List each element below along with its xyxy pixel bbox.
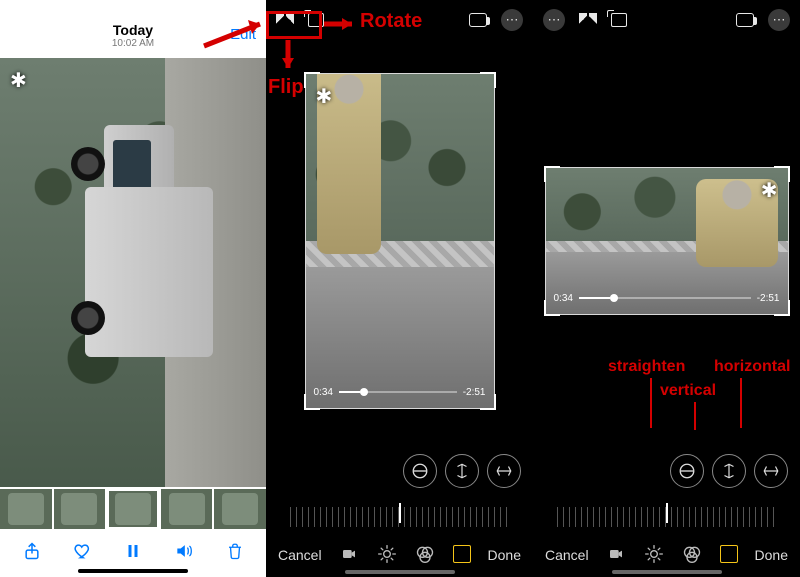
editor-top-bar: ⋯ ⋯ xyxy=(533,0,800,40)
crop-frame[interactable]: ✱ 0:34 -2:51 xyxy=(305,73,495,409)
crop-canvas[interactable]: ✱ 0:34 -2:51 xyxy=(533,40,800,441)
crop-mode-icon[interactable] xyxy=(453,545,471,566)
cancel-button[interactable]: Cancel xyxy=(545,547,589,563)
aspect-ratio-icon[interactable] xyxy=(469,13,487,27)
thumbnail[interactable] xyxy=(54,489,106,529)
home-indicator[interactable] xyxy=(612,570,722,574)
perspective-tools xyxy=(266,441,533,501)
rotate-icon[interactable] xyxy=(308,13,324,27)
done-button[interactable]: Done xyxy=(755,547,788,563)
edit-button[interactable]: Edit xyxy=(230,26,256,43)
editor-screen-landscape: ⋯ ⋯ ✱ 0:34 -2:51 xyxy=(533,0,800,577)
adjust-mode-icon[interactable] xyxy=(377,544,397,567)
vertical-perspective-button[interactable] xyxy=(712,454,746,488)
photos-viewer-screen: Today 10:02 AM Edit ✱ xyxy=(0,0,266,577)
straighten-button[interactable] xyxy=(403,454,437,488)
pause-icon[interactable] xyxy=(124,542,142,566)
angle-dial[interactable] xyxy=(533,501,800,533)
scrubber-knob[interactable] xyxy=(610,294,618,302)
video-mode-icon[interactable] xyxy=(606,546,626,565)
spider-badge-icon: ✱ xyxy=(10,68,27,93)
thumbnail[interactable] xyxy=(0,489,52,529)
filters-mode-icon[interactable] xyxy=(415,544,435,567)
straighten-button[interactable] xyxy=(670,454,704,488)
home-indicator[interactable] xyxy=(78,569,188,573)
adjust-mode-icon[interactable] xyxy=(644,544,664,567)
angle-dial[interactable] xyxy=(266,501,533,533)
filters-mode-icon[interactable] xyxy=(682,544,702,567)
home-indicator[interactable] xyxy=(345,570,455,574)
video-preview[interactable]: ✱ xyxy=(0,58,266,487)
editor-screen-portrait: ⋯ ✱ 0:34 -2:51 Can xyxy=(266,0,533,577)
volume-icon[interactable] xyxy=(173,541,195,567)
thumbnail-strip[interactable] xyxy=(0,487,266,531)
rotate-icon[interactable] xyxy=(611,13,627,27)
cancel-button[interactable]: Cancel xyxy=(278,547,322,563)
crop-canvas[interactable]: ✱ 0:34 -2:51 xyxy=(266,40,533,441)
status-bar xyxy=(0,0,266,20)
crop-mode-icon[interactable] xyxy=(720,545,738,566)
viewer-header: Today 10:02 AM Edit xyxy=(0,20,266,58)
video-mode-icon[interactable] xyxy=(339,546,359,565)
horizontal-perspective-button[interactable] xyxy=(487,454,521,488)
crop-frame[interactable]: ✱ 0:34 -2:51 xyxy=(545,167,789,315)
done-button[interactable]: Done xyxy=(488,547,521,563)
trash-icon[interactable] xyxy=(226,541,244,567)
perspective-tools xyxy=(533,441,800,501)
thumbnail[interactable] xyxy=(161,489,213,529)
flip-icon[interactable] xyxy=(276,13,294,27)
more-icon[interactable]: ⋯ xyxy=(768,9,790,31)
thumbnail[interactable] xyxy=(214,489,266,529)
thumbnail-selected[interactable] xyxy=(107,489,159,529)
video-scrubber[interactable]: 0:34 -2:51 xyxy=(554,293,780,304)
video-scrubber[interactable]: 0:34 -2:51 xyxy=(314,387,486,398)
video-content xyxy=(0,58,266,487)
video-frame xyxy=(306,74,494,408)
vertical-perspective-button[interactable] xyxy=(445,454,479,488)
scrubber-knob[interactable] xyxy=(360,388,368,396)
more-icon[interactable]: ⋯ xyxy=(501,9,523,31)
editor-top-bar: ⋯ xyxy=(266,0,533,40)
header-title: Today xyxy=(0,20,266,38)
flip-icon[interactable] xyxy=(579,13,597,27)
heart-icon[interactable] xyxy=(73,541,93,567)
share-icon[interactable] xyxy=(22,541,42,567)
more-icon[interactable]: ⋯ xyxy=(543,9,565,31)
aspect-ratio-icon[interactable] xyxy=(736,13,754,27)
header-subtitle: 10:02 AM xyxy=(0,38,266,49)
horizontal-perspective-button[interactable] xyxy=(754,454,788,488)
